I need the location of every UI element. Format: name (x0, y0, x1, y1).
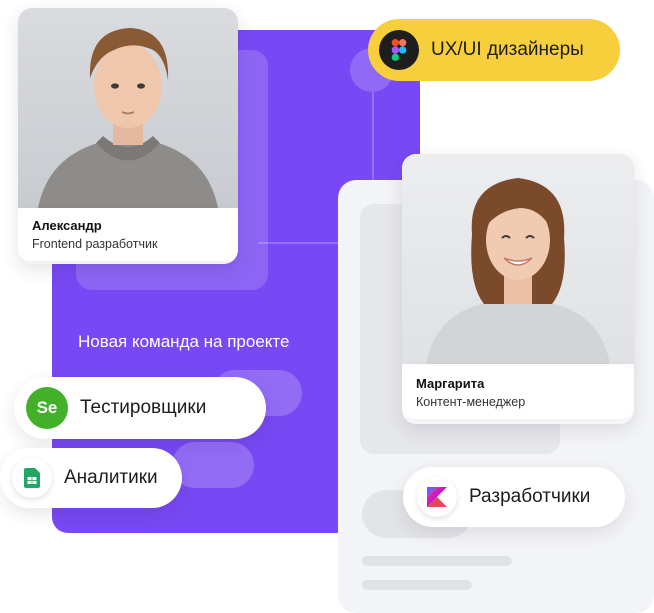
testers-pill[interactable]: Se Тестировщики (14, 377, 266, 439)
person-info: Маргарита Контент-менеджер (402, 366, 634, 419)
pill-label: Разработчики (469, 486, 591, 507)
google-sheets-icon (12, 458, 52, 498)
kotlin-icon (417, 477, 457, 517)
decor-line (362, 556, 512, 566)
person-silhouette-icon (426, 178, 610, 364)
person-role: Контент-менеджер (416, 395, 526, 409)
person-info: Александр Frontend разработчик (18, 208, 238, 261)
avatar-photo (402, 154, 634, 364)
figma-icon (379, 30, 419, 70)
person-silhouette-icon (38, 28, 218, 208)
decor-bar (172, 442, 254, 488)
analysts-pill[interactable]: Аналитики (0, 448, 182, 508)
avatar-photo (18, 8, 238, 208)
designers-pill[interactable]: UX/UI дизайнеры (368, 19, 620, 81)
developers-pill[interactable]: Разработчики (403, 467, 625, 527)
pill-label: Аналитики (64, 467, 158, 488)
selenium-icon: Se (26, 387, 68, 429)
person-card-alexander[interactable]: Александр Frontend разработчик (18, 8, 238, 264)
pill-label: Тестировщики (80, 397, 207, 418)
team-banner-title: Новая команда на проекте (78, 332, 290, 351)
pill-label: UX/UI дизайнеры (431, 39, 584, 60)
person-role: Frontend разработчик (32, 237, 158, 251)
person-card-margarita[interactable]: Маргарита Контент-менеджер (402, 154, 634, 424)
person-name: Александр (32, 218, 102, 233)
decor-line (362, 580, 472, 590)
person-name: Маргарита (416, 376, 485, 391)
selenium-icon-text: Se (36, 398, 58, 417)
